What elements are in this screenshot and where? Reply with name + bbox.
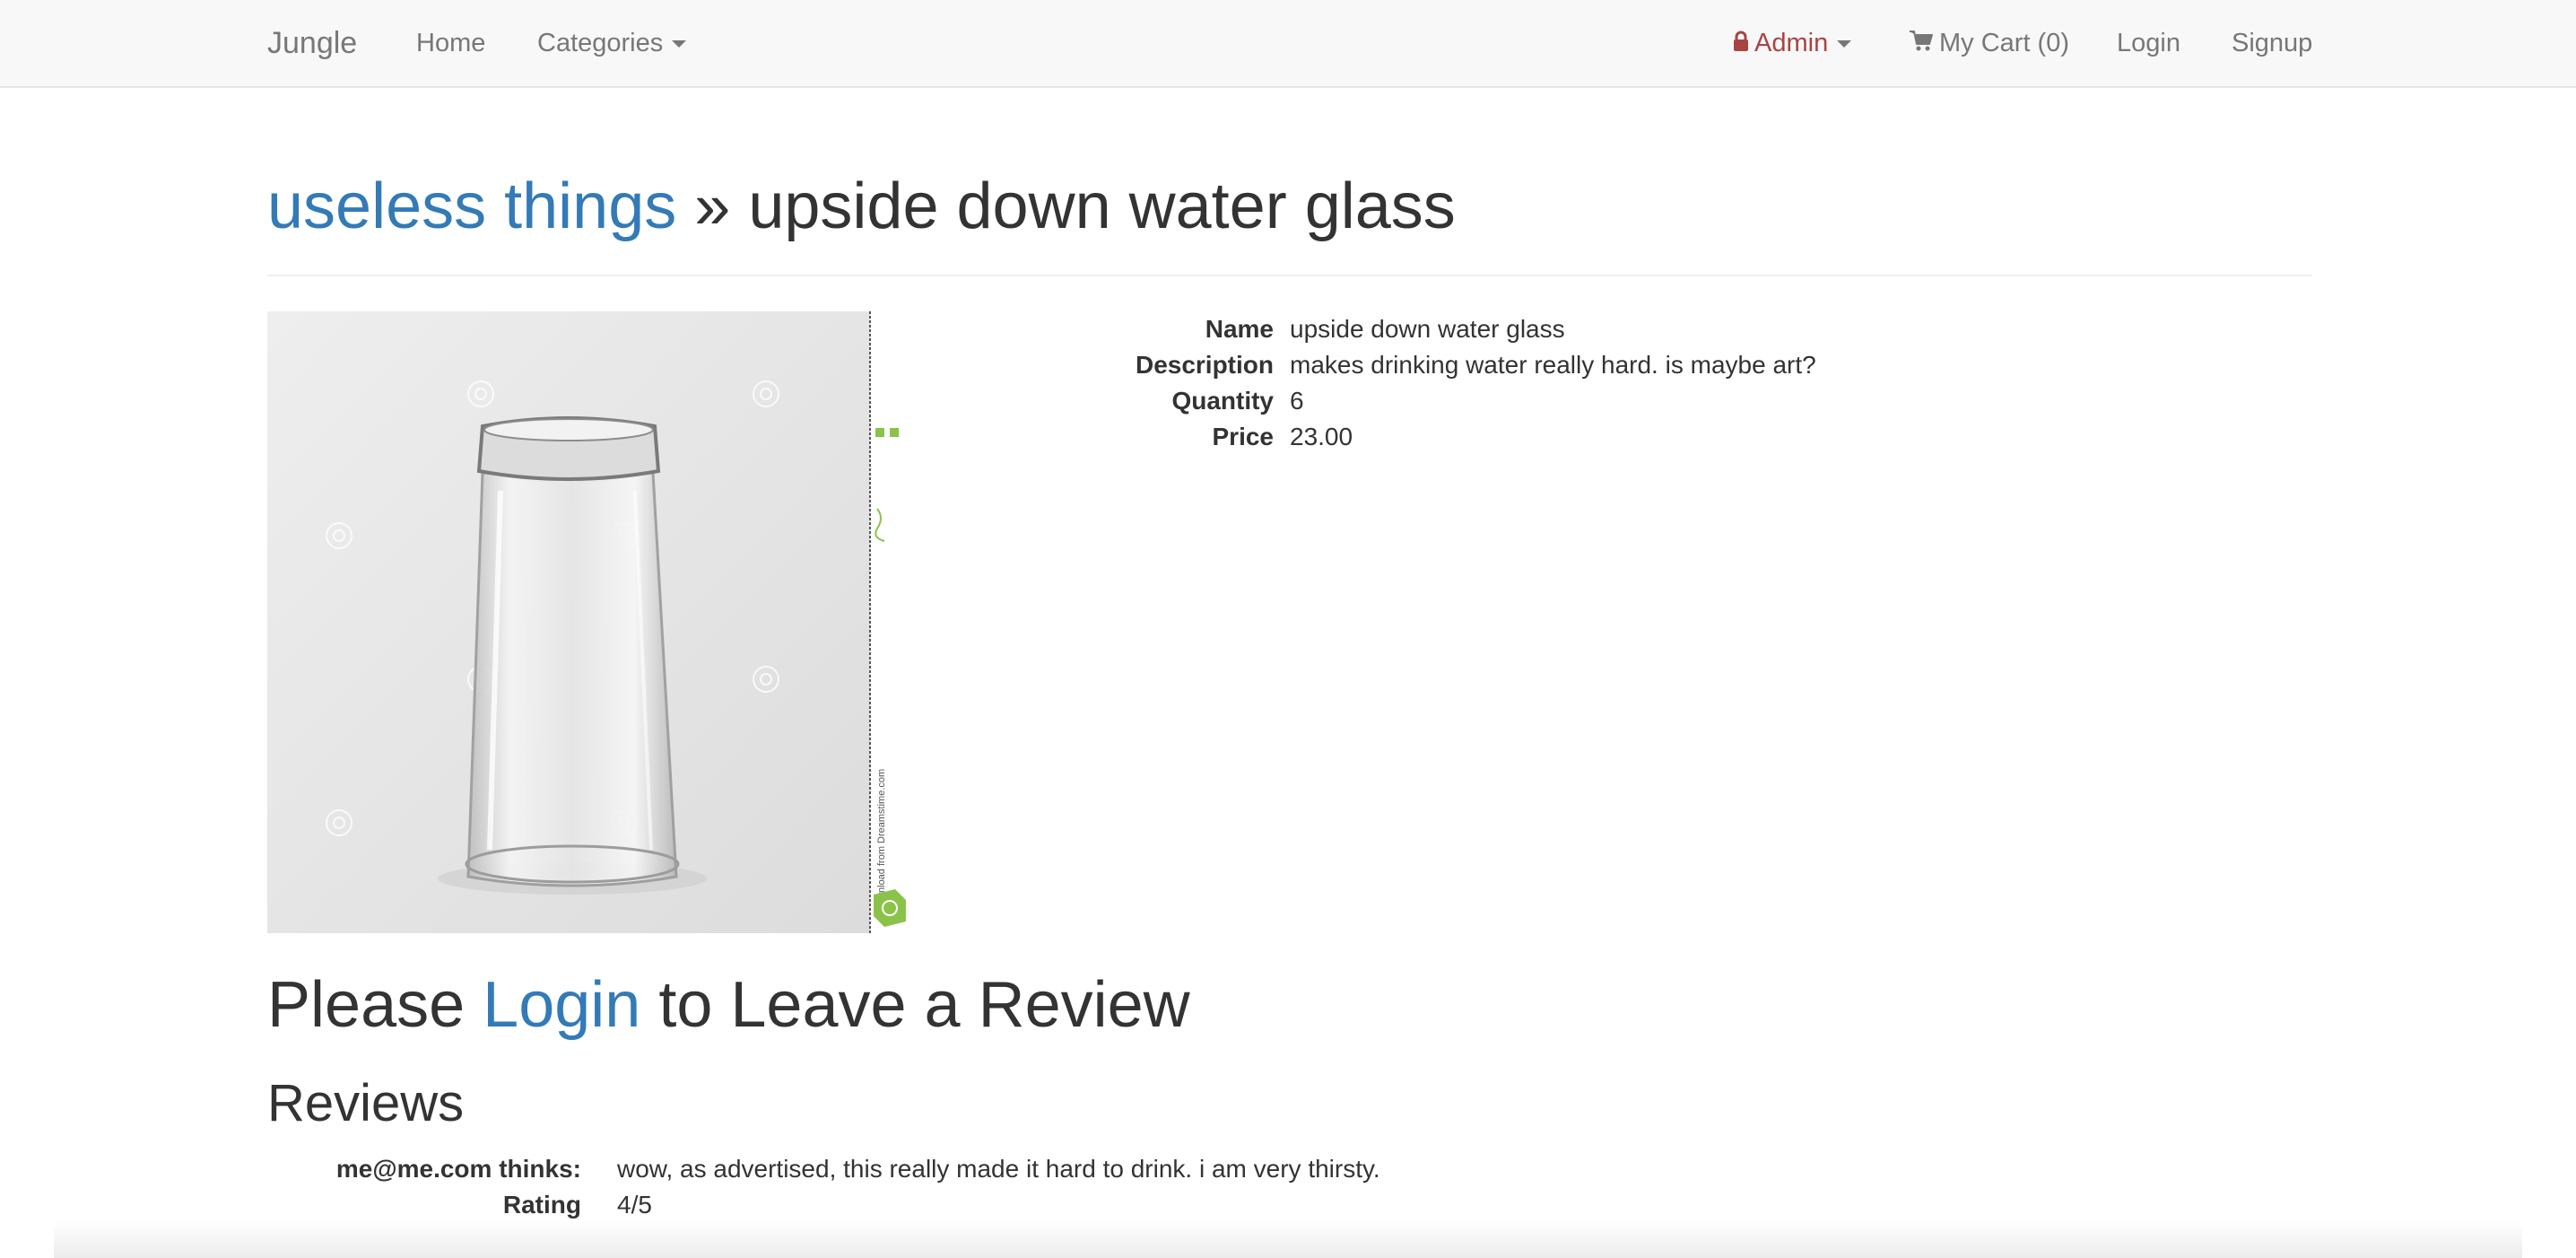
shopping-cart-icon bbox=[1909, 1, 1934, 87]
detail-label: Price bbox=[1212, 423, 1275, 450]
nav-admin-dropdown[interactable]: Admin bbox=[1733, 0, 1852, 87]
review-prompt-suffix: to Leave a Review bbox=[640, 969, 1190, 1041]
review-login-link[interactable]: Login bbox=[483, 969, 640, 1041]
detail-label: Description bbox=[1135, 351, 1274, 379]
detail-label: Name bbox=[1205, 315, 1274, 343]
nav-admin-label: Admin bbox=[1754, 29, 1829, 57]
category-breadcrumb-link[interactable]: useless things bbox=[267, 170, 676, 242]
nav-categories-label: Categories bbox=[537, 29, 664, 57]
product-image: Download from Dreamstime.com bbox=[267, 311, 908, 933]
page-title: useless things » upside down water glass bbox=[267, 162, 1456, 251]
nav-categories-dropdown[interactable]: Categories bbox=[537, 0, 687, 86]
detail-value: 6 bbox=[1290, 387, 1304, 415]
reviews-heading: Reviews bbox=[267, 1074, 465, 1132]
nav-login-link[interactable]: Login bbox=[2117, 0, 2180, 86]
detail-value: upside down water glass bbox=[1290, 315, 1565, 343]
review-prompt-prefix: Please bbox=[267, 969, 483, 1041]
page-header: useless things » upside down water glass bbox=[267, 162, 2312, 276]
caret-down-icon bbox=[1837, 40, 1852, 48]
nav-home-link[interactable]: Home bbox=[416, 0, 485, 86]
image-watermark-text: Download from Dreamstime.com bbox=[876, 769, 887, 913]
detail-value: 23.00 bbox=[1290, 423, 1353, 450]
page-bottom-shadow bbox=[54, 1220, 2522, 1258]
review-text-row: me@me.com thinks: wow, as advertised, th… bbox=[0, 1151, 2576, 1187]
review-text: wow, as advertised, this really made it … bbox=[617, 1155, 1380, 1183]
product-title: upside down water glass bbox=[748, 170, 1456, 242]
lock-icon bbox=[1733, 1, 1749, 87]
nav-signup-link[interactable]: Signup bbox=[2232, 0, 2312, 86]
nav-cart-link[interactable]: My Cart (0) bbox=[1909, 0, 2069, 86]
brand-link[interactable]: Jungle bbox=[267, 0, 357, 86]
top-navbar: Jungle Home Categories Admin My Cart (0)… bbox=[0, 0, 2576, 88]
review-rating-label: Rating bbox=[502, 1191, 581, 1219]
breadcrumb-separator: » bbox=[676, 170, 749, 242]
review-rating-row: Rating 4/5 bbox=[0, 1187, 2576, 1223]
detail-value: makes drinking water really hard. is may… bbox=[1290, 351, 1816, 379]
review-rating-value: 4/5 bbox=[617, 1191, 652, 1219]
nav-cart-label: My Cart (0) bbox=[1939, 29, 2069, 57]
detail-label: Quantity bbox=[1171, 387, 1274, 415]
caret-down-icon bbox=[672, 40, 687, 48]
review-login-prompt: Please Login to Leave a Review bbox=[267, 960, 1190, 1050]
review-author: me@me.com thinks: bbox=[335, 1155, 581, 1183]
